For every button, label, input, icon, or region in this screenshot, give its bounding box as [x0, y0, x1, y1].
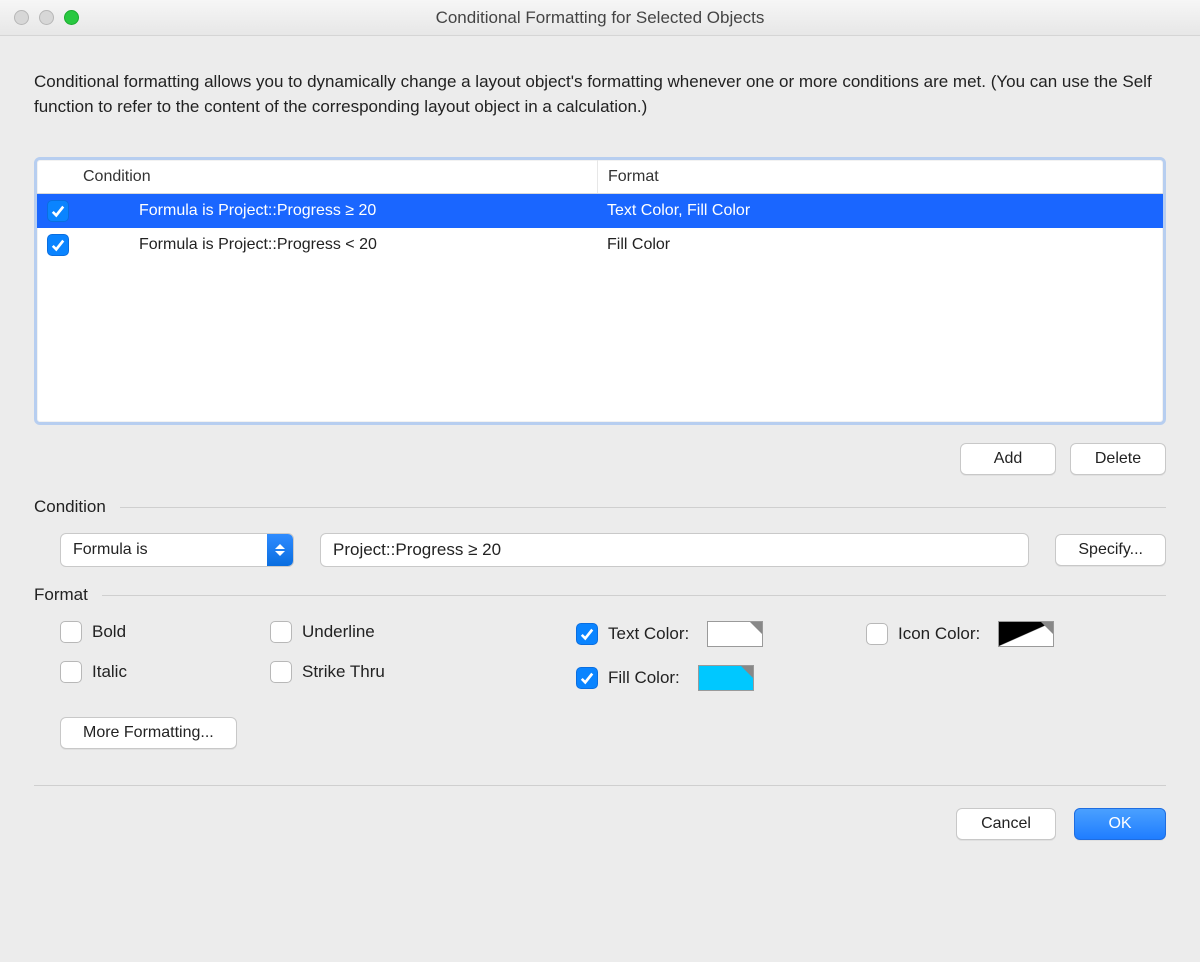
ok-button[interactable]: OK: [1074, 808, 1166, 840]
italic-label: Italic: [92, 662, 127, 682]
fill-color-swatch[interactable]: [698, 665, 754, 691]
format-section-text: Format: [34, 585, 88, 605]
bold-checkbox[interactable]: Bold: [60, 621, 260, 643]
underline-label: Underline: [302, 622, 375, 642]
text-color-swatch[interactable]: [707, 621, 763, 647]
condition-type-select[interactable]: Formula is: [60, 533, 294, 567]
fill-color-label: Fill Color:: [608, 668, 680, 688]
formula-field[interactable]: Project::Progress ≥ 20: [320, 533, 1029, 567]
title-bar: Conditional Formatting for Selected Obje…: [0, 0, 1200, 36]
strike-checkbox[interactable]: Strike Thru: [270, 661, 566, 683]
text-color-checkbox[interactable]: Text Color:: [576, 623, 689, 645]
text-color-label: Text Color:: [608, 624, 689, 644]
condition-type-value: Formula is: [61, 541, 267, 559]
condition-section-text: Condition: [34, 497, 106, 517]
window-title: Conditional Formatting for Selected Obje…: [0, 8, 1200, 28]
dialog-window: Conditional Formatting for Selected Obje…: [0, 0, 1200, 866]
strike-label: Strike Thru: [302, 662, 385, 682]
condition-row[interactable]: Formula is Project::Progress ≥ 20 Text C…: [37, 194, 1163, 228]
delete-button[interactable]: Delete: [1070, 443, 1166, 475]
more-formatting-button[interactable]: More Formatting...: [60, 717, 237, 749]
icon-color-checkbox[interactable]: Icon Color:: [866, 623, 980, 645]
col-header-format[interactable]: Format: [597, 160, 1163, 193]
conditions-list[interactable]: Condition Format Formula is Project::Pro…: [34, 157, 1166, 425]
icon-color-swatch[interactable]: [998, 621, 1054, 647]
intro-text: Conditional formatting allows you to dyn…: [34, 70, 1166, 119]
row-condition-text: Formula is Project::Progress ≥ 20: [79, 202, 597, 220]
row-enable-checkbox[interactable]: [47, 234, 69, 256]
row-condition-text: Formula is Project::Progress < 20: [79, 236, 597, 254]
row-enable-checkbox[interactable]: [47, 200, 69, 222]
col-header-condition[interactable]: Condition: [79, 168, 597, 186]
underline-checkbox[interactable]: Underline: [270, 621, 566, 643]
condition-row[interactable]: Formula is Project::Progress < 20 Fill C…: [37, 228, 1163, 262]
specify-button[interactable]: Specify...: [1055, 534, 1166, 566]
italic-checkbox[interactable]: Italic: [60, 661, 260, 683]
icon-color-label: Icon Color:: [898, 624, 980, 644]
formula-value: Project::Progress ≥ 20: [333, 540, 501, 560]
cancel-button[interactable]: Cancel: [956, 808, 1056, 840]
row-format-text: Text Color, Fill Color: [597, 202, 1163, 220]
format-section-label: Format: [34, 585, 1166, 605]
dialog-content: Conditional formatting allows you to dyn…: [0, 36, 1200, 866]
list-header: Condition Format: [37, 160, 1163, 194]
fill-color-checkbox[interactable]: Fill Color:: [576, 667, 680, 689]
condition-section-label: Condition: [34, 497, 1166, 517]
bold-label: Bold: [92, 622, 126, 642]
select-stepper-icon: [267, 534, 293, 566]
add-button[interactable]: Add: [960, 443, 1056, 475]
row-format-text: Fill Color: [597, 236, 1163, 254]
